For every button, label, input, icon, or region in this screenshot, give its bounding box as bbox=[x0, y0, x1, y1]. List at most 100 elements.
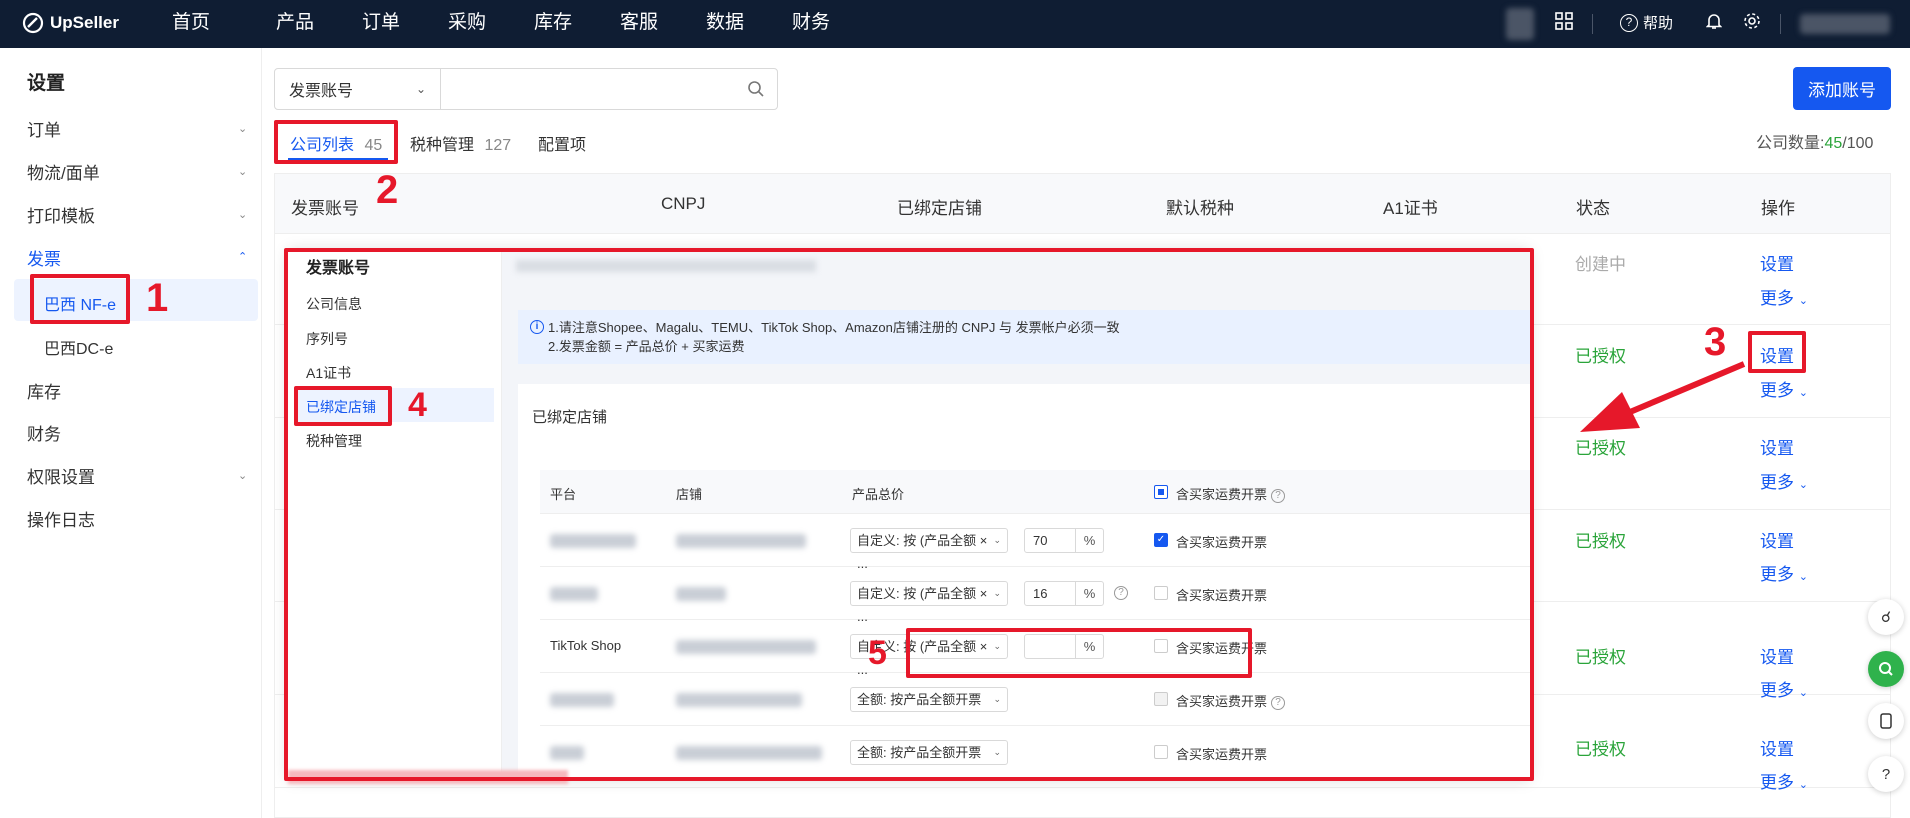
sidebar-item-dce[interactable]: 巴西DC-e bbox=[44, 335, 113, 359]
chevron-down-icon[interactable]: ⌄ bbox=[238, 165, 247, 178]
col-cert: A1证书 bbox=[1383, 199, 1438, 218]
col-account: 发票账号 bbox=[291, 199, 359, 218]
chevron-down-icon[interactable]: ⌄ bbox=[238, 122, 247, 135]
chevron-down-icon[interactable]: ⌄ bbox=[238, 208, 247, 221]
apps-grid-icon[interactable] bbox=[1552, 12, 1576, 36]
col-cnpj: CNPJ bbox=[661, 194, 706, 213]
more-label: 更多 bbox=[1760, 565, 1794, 584]
chevron-down-icon[interactable]: ⌄ bbox=[238, 469, 247, 482]
status-badge: 创建中 bbox=[1575, 255, 1626, 274]
col-actions: 操作 bbox=[1761, 199, 1795, 218]
chevron-down-icon: ⌄ bbox=[1798, 779, 1808, 791]
nav-stock[interactable]: 库存 bbox=[510, 0, 596, 46]
company-count: 公司数量:45/100 bbox=[1756, 129, 1873, 153]
table-header: 发票账号 CNPJ 已绑定店铺 默认税种 A1证书 状态 操作 bbox=[275, 174, 1890, 234]
chevron-down-icon: ⌄ bbox=[1798, 295, 1808, 307]
sidebar-item-finance[interactable]: 财务 bbox=[27, 420, 61, 445]
annotation-box-5 bbox=[906, 628, 1252, 678]
annotation-box-2 bbox=[274, 120, 398, 164]
company-count-used: 45 bbox=[1824, 135, 1843, 152]
sidebar-item-log[interactable]: 操作日志 bbox=[27, 506, 95, 531]
search-icon[interactable] bbox=[735, 69, 777, 109]
annotation-box-panel bbox=[284, 248, 1534, 781]
status-badge: 已授权 bbox=[1575, 347, 1626, 366]
annotation-number-3: 3 bbox=[1704, 320, 1727, 364]
sidebar-item-stock[interactable]: 库存 bbox=[27, 378, 61, 403]
annotation-number-5: 5 bbox=[868, 634, 887, 672]
company-count-label: 公司数量: bbox=[1756, 135, 1825, 152]
search-input[interactable] bbox=[441, 69, 735, 109]
chevron-up-icon[interactable]: ⌃ bbox=[238, 250, 247, 263]
annotation-box-4 bbox=[294, 386, 392, 426]
tab-tax-label: 税种管理 bbox=[410, 137, 475, 154]
status-badge: 已授权 bbox=[1575, 439, 1626, 458]
settings-link[interactable]: 设置 bbox=[1760, 434, 1794, 459]
more-dropdown[interactable]: 更多 ⌄ bbox=[1760, 376, 1808, 401]
more-label: 更多 bbox=[1760, 681, 1794, 700]
sidebar-item-order[interactable]: 订单 bbox=[27, 116, 61, 141]
settings-link[interactable]: 设置 bbox=[1760, 250, 1794, 275]
more-label: 更多 bbox=[1760, 773, 1794, 792]
more-label: 更多 bbox=[1760, 381, 1794, 400]
upseller-logo-icon bbox=[22, 12, 44, 34]
help-button[interactable]: ? 帮助 bbox=[1620, 12, 1673, 33]
status-badge: 已授权 bbox=[1575, 648, 1626, 667]
nav-purchase[interactable]: 采购 bbox=[424, 0, 510, 46]
search-float-icon[interactable] bbox=[1868, 651, 1904, 687]
nav-home[interactable]: 首页 bbox=[172, 0, 252, 46]
sidebar-title: 设置 bbox=[27, 73, 66, 94]
nav-products[interactable]: 产品 bbox=[252, 0, 338, 46]
more-dropdown[interactable]: 更多 ⌄ bbox=[1760, 560, 1808, 585]
tab-config[interactable]: 配置项 bbox=[538, 131, 586, 155]
sidebar-item-print[interactable]: 打印模板 bbox=[27, 202, 95, 227]
help-float-icon[interactable]: ? bbox=[1868, 756, 1904, 792]
annotation-box-3 bbox=[1748, 331, 1806, 373]
sidebar: 设置 订单 ⌄ 物流/面单 ⌄ 打印模板 ⌄ 发票 ⌃ 巴西 NF-e 巴西DC… bbox=[0, 48, 262, 818]
company-count-total: /100 bbox=[1842, 135, 1874, 152]
annotation-number-2: 2 bbox=[376, 168, 399, 212]
more-dropdown[interactable]: 更多 ⌄ bbox=[1760, 768, 1808, 793]
gear-icon[interactable] bbox=[1740, 12, 1764, 36]
chevron-down-icon: ⌄ bbox=[1798, 479, 1808, 491]
status-badge: 已授权 bbox=[1575, 532, 1626, 551]
annotation-box-1 bbox=[30, 274, 130, 324]
shop-avatar-blurred[interactable] bbox=[1506, 8, 1534, 40]
search-field-select[interactable]: 发票账号 ⌄ bbox=[275, 69, 441, 109]
nav-data[interactable]: 数据 bbox=[682, 0, 768, 46]
bell-icon[interactable] bbox=[1702, 12, 1726, 36]
settings-link[interactable]: 设置 bbox=[1760, 735, 1794, 760]
status-badge: 已授权 bbox=[1575, 740, 1626, 759]
sidebar-item-permission[interactable]: 权限设置 bbox=[27, 463, 95, 488]
top-bar: UpSeller 首页 产品 订单 采购 库存 客服 数据 财务 ? 帮助 bbox=[0, 0, 1910, 48]
divider bbox=[1592, 14, 1593, 34]
mobile-icon[interactable] bbox=[1868, 703, 1904, 739]
sidebar-item-invoice[interactable]: 发票 bbox=[27, 245, 61, 270]
col-status: 状态 bbox=[1576, 199, 1610, 218]
add-account-button[interactable]: 添加账号 bbox=[1793, 67, 1891, 110]
nav-orders[interactable]: 订单 bbox=[338, 0, 424, 46]
support-headset-icon[interactable]: ☌ bbox=[1868, 599, 1904, 635]
chevron-down-icon: ⌄ bbox=[1798, 687, 1808, 699]
help-icon: ? bbox=[1620, 13, 1638, 32]
chevron-down-icon: ⌄ bbox=[415, 82, 426, 96]
user-name-blurred[interactable] bbox=[1800, 14, 1890, 34]
tab-tax-management[interactable]: 税种管理 127 bbox=[410, 131, 511, 155]
nav-service[interactable]: 客服 bbox=[596, 0, 682, 46]
sidebar-item-logistics[interactable]: 物流/面单 bbox=[27, 159, 100, 184]
nav-finance[interactable]: 财务 bbox=[768, 0, 854, 46]
brand-logo[interactable]: UpSeller bbox=[22, 12, 119, 34]
annotation-number-4: 4 bbox=[408, 386, 427, 424]
divider bbox=[1780, 14, 1781, 34]
more-dropdown[interactable]: 更多 ⌄ bbox=[1760, 676, 1808, 701]
annotation-number-1: 1 bbox=[146, 276, 169, 320]
more-dropdown[interactable]: 更多 ⌄ bbox=[1760, 284, 1808, 309]
settings-link[interactable]: 设置 bbox=[1760, 643, 1794, 668]
search-bar: 发票账号 ⌄ bbox=[274, 68, 778, 110]
help-label: 帮助 bbox=[1643, 15, 1674, 32]
row-divider bbox=[275, 787, 1890, 788]
main-nav: 首页 产品 订单 采购 库存 客服 数据 财务 bbox=[172, 0, 854, 46]
more-dropdown[interactable]: 更多 ⌄ bbox=[1760, 468, 1808, 493]
settings-link[interactable]: 设置 bbox=[1760, 527, 1794, 552]
brand-name: UpSeller bbox=[50, 13, 119, 32]
select-value: 发票账号 bbox=[289, 83, 354, 100]
